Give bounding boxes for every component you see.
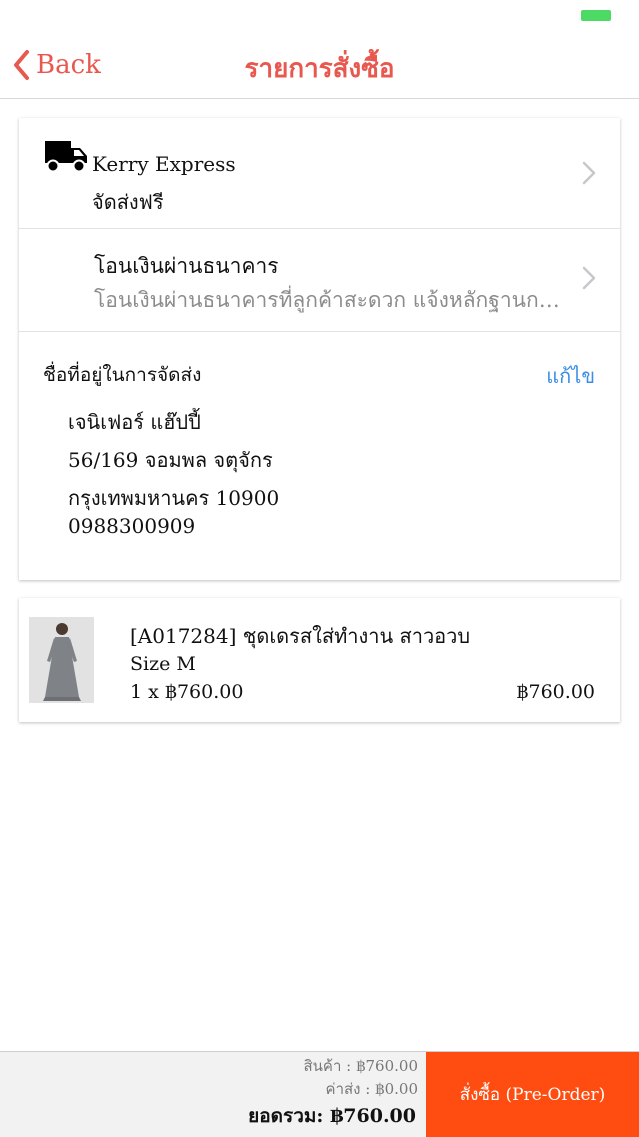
product-thumbnail bbox=[29, 617, 94, 703]
payment-method-title: โอนเงินผ่านธนาคาร bbox=[94, 254, 279, 278]
place-order-button[interactable]: สั่งซื้อ (Pre-Order) bbox=[426, 1052, 639, 1137]
goods-subtotal: สินค้า : ฿760.00 bbox=[303, 1057, 419, 1075]
product-quantity-price: 1 x ฿760.00 bbox=[130, 681, 244, 703]
total-value: ฿760.00 bbox=[330, 1105, 416, 1127]
edit-address-link[interactable]: แก้ไข bbox=[546, 360, 595, 392]
product-size: Size M bbox=[130, 653, 196, 675]
shipping-method-row[interactable]: Kerry Express จัดส่งฟรี bbox=[19, 118, 620, 229]
product-line-total: ฿760.00 bbox=[516, 681, 595, 703]
shipping-address-heading: ชื่อที่อยู่ในการจัดส่ง bbox=[43, 364, 202, 386]
navigation-bar: Back รายการสั่งซื้อ bbox=[0, 32, 639, 99]
recipient-phone: 0988300909 bbox=[68, 514, 196, 538]
payment-method-row[interactable]: โอนเงินผ่านธนาคาร โอนเงินผ่านธนาคารที่ลู… bbox=[19, 228, 620, 332]
product-name: [A017284] ชุดเดรสใส่ทำงาน สาวอวบ bbox=[130, 624, 471, 648]
order-item-card: [A017284] ชุดเดรสใส่ทำงาน สาวอวบ Size M … bbox=[19, 598, 620, 722]
battery-icon bbox=[581, 10, 611, 21]
total-label: ยอดรวม: bbox=[248, 1105, 331, 1127]
order-summary-bar: สินค้า : ฿760.00 ค่าส่ง : ฿0.00 ยอดรวม: … bbox=[0, 1051, 639, 1137]
page-title: รายการสั่งซื้อ bbox=[244, 54, 395, 84]
checkout-details-card: Kerry Express จัดส่งฟรี โอนเงินผ่านธนาคา… bbox=[19, 118, 620, 580]
status-bar bbox=[0, 0, 639, 32]
address-line-2: กรุงเทพมหานคร 10900 bbox=[68, 486, 280, 510]
shipping-cost: ค่าส่ง : ฿0.00 bbox=[325, 1080, 418, 1098]
payment-method-description: โอนเงินผ่านธนาคารที่ลูกค้าสะดวก แจ้งหลัก… bbox=[94, 288, 564, 312]
grand-total: ยอดรวม: ฿760.00 bbox=[248, 1101, 416, 1131]
shipping-carrier: Kerry Express bbox=[92, 152, 236, 176]
chevron-right-icon bbox=[582, 161, 596, 185]
recipient-name: เจนิเฟอร์ แฮ๊ปปี้ bbox=[68, 410, 201, 434]
truck-icon bbox=[45, 141, 87, 173]
shipping-fee-note: จัดส่งฟรี bbox=[92, 190, 164, 214]
chevron-right-icon bbox=[582, 266, 596, 290]
address-line-1: 56/169 จอมพล จตุจักร bbox=[68, 448, 273, 472]
